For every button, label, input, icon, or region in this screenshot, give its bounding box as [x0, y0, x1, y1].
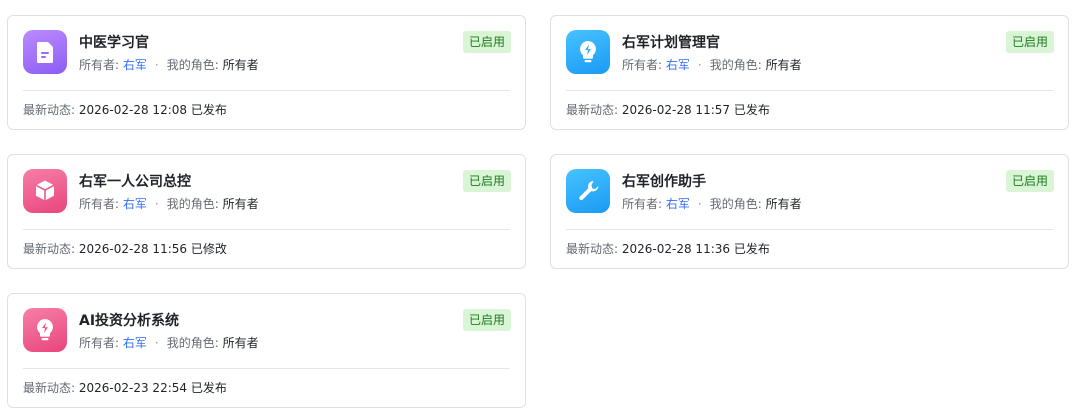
divider	[23, 229, 510, 230]
lightbulb-icon	[23, 308, 67, 352]
activity-label: 最新动态:	[23, 103, 76, 117]
role-label: 我的角色:	[709, 58, 762, 72]
app-title[interactable]: 右军计划管理官	[622, 33, 720, 53]
owner-link[interactable]: 右军	[666, 58, 690, 72]
role-value: 所有者	[765, 58, 802, 72]
app-meta: 所有者: 右军 · 我的角色: 所有者	[79, 196, 259, 213]
divider	[23, 90, 510, 91]
status-badge: 已启用	[1005, 170, 1054, 192]
app-card[interactable]: 中医学习官 所有者: 右军 · 我的角色: 所有者 已启用 最新动态: 2026-0…	[7, 15, 526, 130]
status-badge: 已启用	[462, 31, 511, 53]
role-label: 我的角色:	[166, 336, 219, 350]
cube-icon	[23, 169, 67, 213]
activity-value: 2026-02-28 11:36 已发布	[621, 242, 770, 256]
status-badge: 已启用	[462, 170, 511, 192]
app-title[interactable]: 右军创作助手	[622, 172, 706, 192]
app-title[interactable]: AI投资分析系统	[79, 311, 179, 331]
owner-link[interactable]: 右军	[123, 336, 147, 350]
activity-value: 2026-02-28 12:08 已发布	[78, 103, 227, 117]
activity-value: 2026-02-28 11:56 已修改	[78, 242, 227, 256]
latest-activity: 最新动态: 2026-02-23 22:54 已发布	[23, 380, 227, 397]
app-card[interactable]: 右军一人公司总控 所有者: 右军 · 我的角色: 所有者 已启用 最新动态: 202…	[7, 154, 526, 269]
owner-label: 所有者:	[79, 197, 120, 211]
role-label: 我的角色:	[166, 58, 219, 72]
owner-label: 所有者:	[79, 58, 120, 72]
latest-activity: 最新动态: 2026-02-28 12:08 已发布	[23, 102, 227, 119]
activity-value: 2026-02-28 11:57 已发布	[621, 103, 770, 117]
meta-separator: ·	[154, 336, 159, 350]
owner-link[interactable]: 右军	[666, 197, 690, 211]
role-label: 我的角色:	[166, 197, 219, 211]
meta-separator: ·	[697, 197, 702, 211]
activity-value: 2026-02-23 22:54 已发布	[78, 381, 227, 395]
activity-label: 最新动态:	[566, 103, 619, 117]
app-meta: 所有者: 右军 · 我的角色: 所有者	[79, 57, 259, 74]
activity-label: 最新动态:	[23, 381, 76, 395]
status-badge: 已启用	[1005, 31, 1054, 53]
app-card[interactable]: AI投资分析系统 所有者: 右军 · 我的角色: 所有者 已启用 最新动态: 202…	[7, 293, 526, 408]
document-icon	[23, 30, 67, 74]
app-card[interactable]: 右军计划管理官 所有者: 右军 · 我的角色: 所有者 已启用 最新动态: 2026…	[550, 15, 1069, 130]
role-value: 所有者	[222, 58, 259, 72]
meta-separator: ·	[154, 197, 159, 211]
app-title[interactable]: 中医学习官	[79, 33, 149, 53]
owner-label: 所有者:	[79, 336, 120, 350]
divider	[566, 90, 1053, 91]
owner-label: 所有者:	[622, 197, 663, 211]
meta-separator: ·	[697, 58, 702, 72]
meta-separator: ·	[154, 58, 159, 72]
activity-label: 最新动态:	[23, 242, 76, 256]
owner-link[interactable]: 右军	[123, 197, 147, 211]
latest-activity: 最新动态: 2026-02-28 11:36 已发布	[566, 241, 770, 258]
status-badge: 已启用	[462, 309, 511, 331]
owner-label: 所有者:	[622, 58, 663, 72]
wrench-icon	[566, 169, 610, 213]
divider	[566, 229, 1053, 230]
app-meta: 所有者: 右军 · 我的角色: 所有者	[622, 196, 802, 213]
owner-link[interactable]: 右军	[123, 58, 147, 72]
lightbulb-icon	[566, 30, 610, 74]
role-label: 我的角色:	[709, 197, 762, 211]
activity-label: 最新动态:	[566, 242, 619, 256]
role-value: 所有者	[222, 336, 259, 350]
latest-activity: 最新动态: 2026-02-28 11:57 已发布	[566, 102, 770, 119]
divider	[23, 368, 510, 369]
role-value: 所有者	[222, 197, 259, 211]
latest-activity: 最新动态: 2026-02-28 11:56 已修改	[23, 241, 227, 258]
app-title[interactable]: 右军一人公司总控	[79, 172, 191, 192]
app-meta: 所有者: 右军 · 我的角色: 所有者	[79, 335, 259, 352]
app-meta: 所有者: 右军 · 我的角色: 所有者	[622, 57, 802, 74]
role-value: 所有者	[765, 197, 802, 211]
app-card[interactable]: 右军创作助手 所有者: 右军 · 我的角色: 所有者 已启用 最新动态: 2026-…	[550, 154, 1069, 269]
